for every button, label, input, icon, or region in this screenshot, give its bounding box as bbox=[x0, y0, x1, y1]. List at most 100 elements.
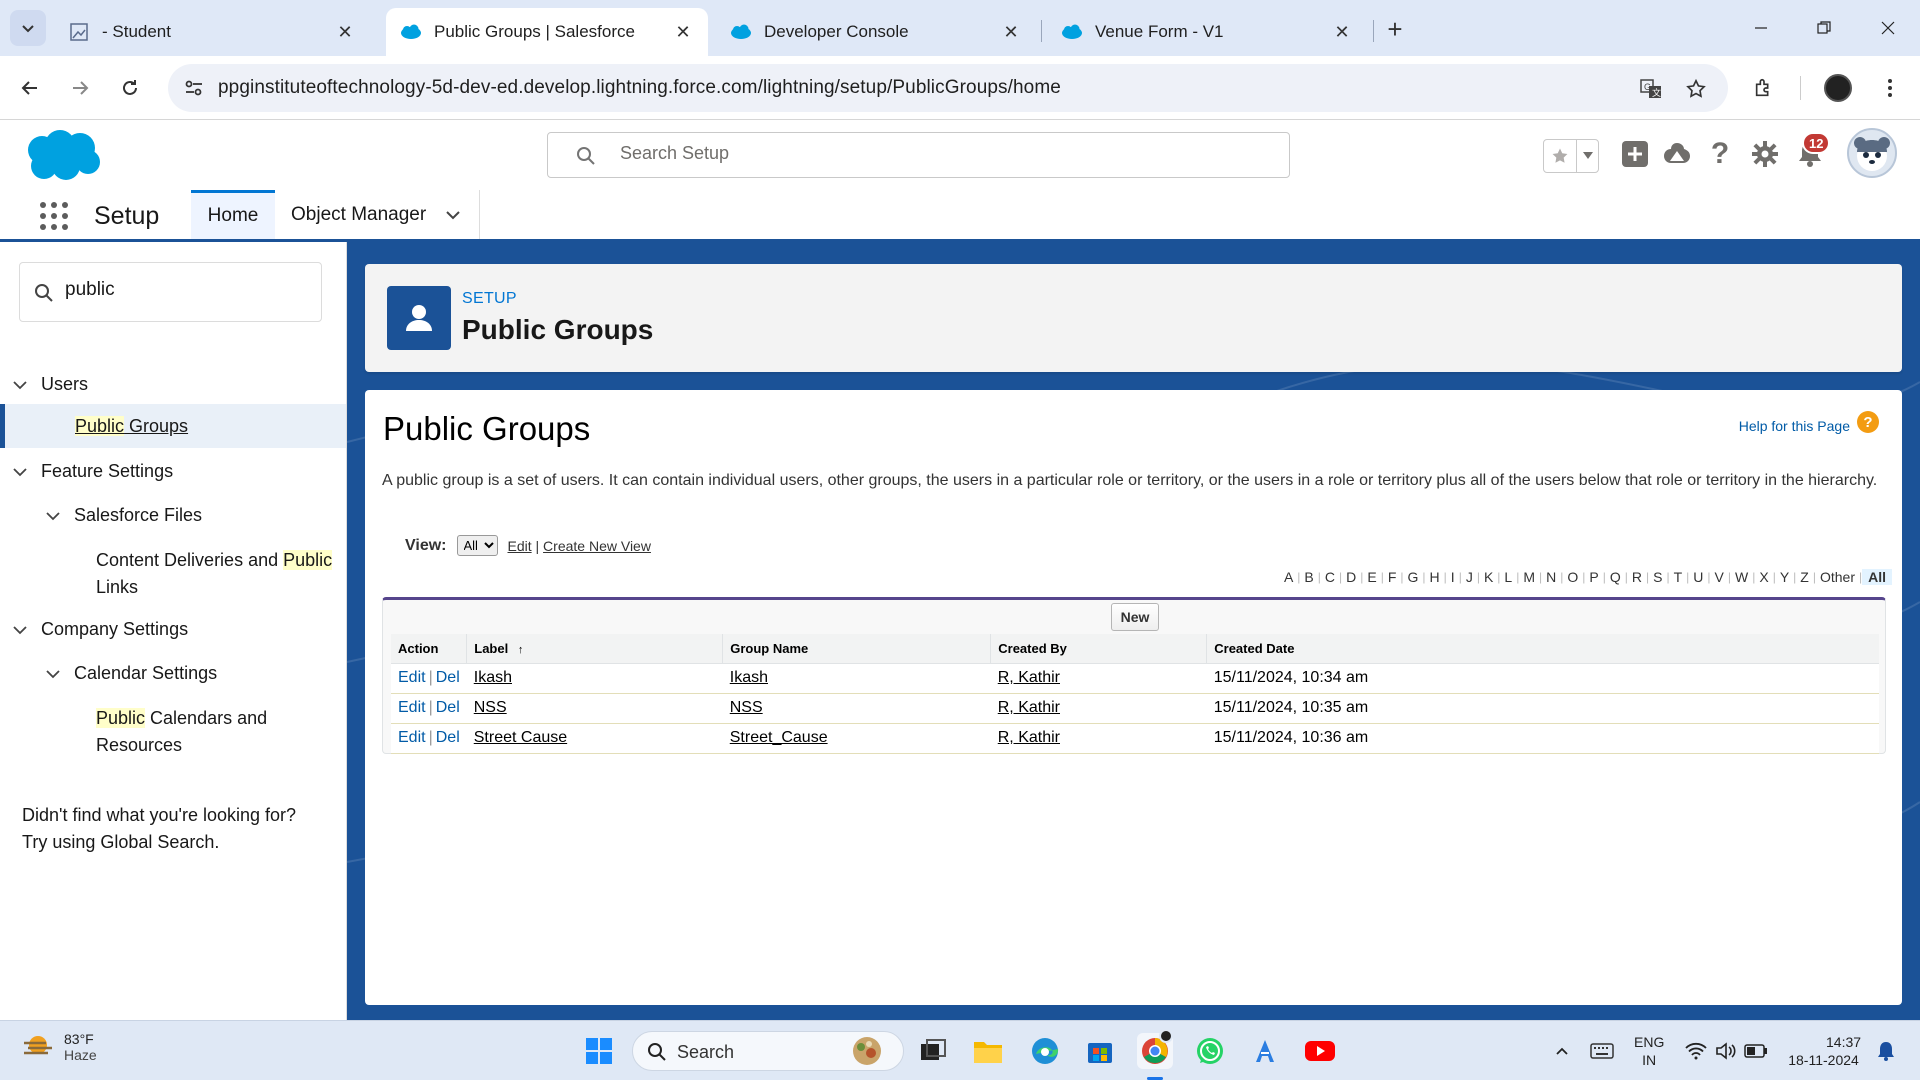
tree-node-calendar-settings[interactable]: Calendar Settings bbox=[0, 661, 346, 687]
column-header-group-name[interactable]: Group Name bbox=[722, 634, 991, 664]
user-avatar[interactable] bbox=[1847, 128, 1897, 178]
column-header-created-date[interactable]: Created Date bbox=[1206, 634, 1879, 664]
delete-row-link[interactable]: Del bbox=[436, 729, 460, 746]
close-tab-icon[interactable]: ✕ bbox=[672, 21, 694, 43]
alphabet-filter-b[interactable]: B bbox=[1300, 569, 1317, 585]
alphabet-filter-u[interactable]: U bbox=[1689, 569, 1707, 585]
alphabet-filter-x[interactable]: X bbox=[1755, 569, 1772, 585]
alphabet-filter-r[interactable]: R bbox=[1628, 569, 1646, 585]
app-store-a-icon[interactable] bbox=[1247, 1033, 1283, 1069]
alphabet-filter-all[interactable]: All bbox=[1862, 569, 1892, 585]
chrome-taskbar-icon[interactable] bbox=[1137, 1029, 1173, 1069]
forward-icon[interactable] bbox=[62, 70, 98, 106]
close-window-icon[interactable] bbox=[1863, 8, 1913, 48]
windows-start-icon[interactable] bbox=[581, 1033, 617, 1069]
clock[interactable]: 14:37 18-11-2024 bbox=[1786, 1033, 1861, 1069]
app-launcher-icon[interactable] bbox=[40, 202, 68, 230]
setup-search-box[interactable] bbox=[547, 132, 1290, 178]
alphabet-filter-j[interactable]: J bbox=[1462, 569, 1477, 585]
chevron-down-icon[interactable] bbox=[12, 464, 28, 480]
created-by-link[interactable]: R, Kathir bbox=[998, 729, 1060, 746]
show-hidden-icons[interactable] bbox=[1544, 1033, 1580, 1069]
alphabet-filter-c[interactable]: C bbox=[1321, 569, 1339, 585]
alphabet-filter-n[interactable]: N bbox=[1542, 569, 1560, 585]
tree-node-salesforce-files[interactable]: Salesforce Files bbox=[0, 503, 346, 529]
tree-link-public-calendars[interactable]: Public Calendars and Resources bbox=[96, 705, 336, 759]
edit-row-link[interactable]: Edit bbox=[398, 699, 426, 716]
whatsapp-icon[interactable] bbox=[1192, 1033, 1228, 1069]
alphabet-filter-d[interactable]: D bbox=[1342, 569, 1360, 585]
new-group-button[interactable]: New bbox=[1111, 603, 1159, 631]
setup-gear-icon[interactable] bbox=[1747, 136, 1783, 172]
chevron-down-icon[interactable] bbox=[444, 206, 462, 224]
alphabet-filter-other[interactable]: Other bbox=[1816, 569, 1859, 585]
minimize-icon[interactable] bbox=[1736, 8, 1786, 48]
bookmark-star-icon[interactable] bbox=[1683, 76, 1709, 102]
alphabet-filter-o[interactable]: O bbox=[1563, 569, 1582, 585]
notification-center-icon[interactable] bbox=[1868, 1033, 1904, 1069]
tree-node-public-calendars[interactable]: Public Calendars and Resources bbox=[0, 703, 346, 759]
tab-object-manager[interactable]: Object Manager bbox=[274, 190, 481, 239]
edge-browser-icon[interactable] bbox=[1027, 1033, 1063, 1069]
setup-search-input[interactable] bbox=[620, 143, 1220, 164]
created-by-link[interactable]: R, Kathir bbox=[998, 669, 1060, 686]
task-view-icon[interactable] bbox=[915, 1033, 951, 1069]
delete-row-link[interactable]: Del bbox=[436, 669, 460, 686]
profile-avatar[interactable] bbox=[1820, 70, 1856, 106]
alphabet-filter-y[interactable]: Y bbox=[1776, 569, 1793, 585]
restore-icon[interactable] bbox=[1799, 8, 1849, 48]
site-info-icon[interactable] bbox=[182, 76, 206, 100]
language-indicator[interactable]: ENG IN bbox=[1634, 1033, 1664, 1069]
tree-node-company-settings[interactable]: Company Settings bbox=[0, 617, 346, 643]
youtube-icon[interactable] bbox=[1302, 1033, 1338, 1069]
chevron-down-icon[interactable] bbox=[45, 666, 61, 682]
help-icon[interactable]: ? bbox=[1702, 136, 1738, 172]
microsoft-store-icon[interactable] bbox=[1082, 1033, 1118, 1069]
create-new-view-link[interactable]: Create New View bbox=[543, 538, 651, 554]
tab-student[interactable]: - Student ✕ bbox=[54, 8, 370, 56]
tab-developer-console[interactable]: Developer Console ✕ bbox=[716, 8, 1036, 56]
tab-home[interactable]: Home bbox=[191, 190, 275, 239]
edit-row-link[interactable]: Edit bbox=[398, 669, 426, 686]
alphabet-filter-a[interactable]: A bbox=[1280, 569, 1297, 585]
close-tab-icon[interactable]: ✕ bbox=[1331, 21, 1353, 43]
close-tab-icon[interactable]: ✕ bbox=[334, 21, 356, 43]
alphabet-filter-k[interactable]: K bbox=[1480, 569, 1497, 585]
group-label-link[interactable]: NSS bbox=[474, 699, 507, 716]
extensions-icon[interactable] bbox=[1746, 70, 1782, 106]
file-explorer-icon[interactable] bbox=[970, 1033, 1006, 1069]
column-header-created-by[interactable]: Created By bbox=[990, 634, 1207, 664]
chevron-down-icon[interactable] bbox=[12, 622, 28, 638]
column-header-label[interactable]: Label ↑ bbox=[466, 634, 723, 664]
tree-link-content-deliveries[interactable]: Content Deliveries and Public Links bbox=[96, 547, 336, 601]
favorites-control[interactable] bbox=[1543, 139, 1599, 173]
edit-row-link[interactable]: Edit bbox=[398, 729, 426, 746]
browser-menu-icon[interactable] bbox=[1872, 70, 1908, 106]
close-tab-icon[interactable]: ✕ bbox=[1000, 21, 1022, 43]
chevron-down-icon[interactable] bbox=[45, 508, 61, 524]
reload-icon[interactable] bbox=[112, 70, 148, 106]
global-actions-icon[interactable] bbox=[1617, 136, 1653, 172]
group-label-link[interactable]: Street Cause bbox=[474, 729, 567, 746]
alphabet-filter-i[interactable]: I bbox=[1447, 569, 1459, 585]
alphabet-filter-f[interactable]: F bbox=[1384, 569, 1401, 585]
alphabet-filter-e[interactable]: E bbox=[1363, 569, 1380, 585]
breadcrumb[interactable]: SETUP bbox=[462, 290, 517, 308]
translate-icon[interactable]: G文 bbox=[1638, 76, 1664, 102]
alphabet-filter-m[interactable]: M bbox=[1519, 569, 1539, 585]
view-select[interactable]: All bbox=[456, 535, 498, 556]
help-question-icon[interactable]: ? bbox=[1857, 411, 1879, 433]
salesforce-logo[interactable] bbox=[22, 128, 102, 184]
alphabet-filter-w[interactable]: W bbox=[1731, 569, 1752, 585]
alphabet-filter-p[interactable]: P bbox=[1585, 569, 1602, 585]
alphabet-filter-l[interactable]: L bbox=[1500, 569, 1516, 585]
back-icon[interactable] bbox=[12, 70, 48, 106]
tab-search-button[interactable] bbox=[10, 10, 46, 46]
favorite-star-icon[interactable] bbox=[1544, 140, 1576, 172]
group-name-link[interactable]: Street_Cause bbox=[730, 729, 828, 746]
quick-find-box[interactable] bbox=[19, 262, 322, 322]
alphabet-filter-s[interactable]: S bbox=[1649, 569, 1666, 585]
taskbar-search[interactable]: Search bbox=[632, 1031, 904, 1071]
group-label-link[interactable]: Ikash bbox=[474, 669, 512, 686]
tree-node-content-deliveries[interactable]: Content Deliveries and Public Links bbox=[0, 545, 346, 601]
